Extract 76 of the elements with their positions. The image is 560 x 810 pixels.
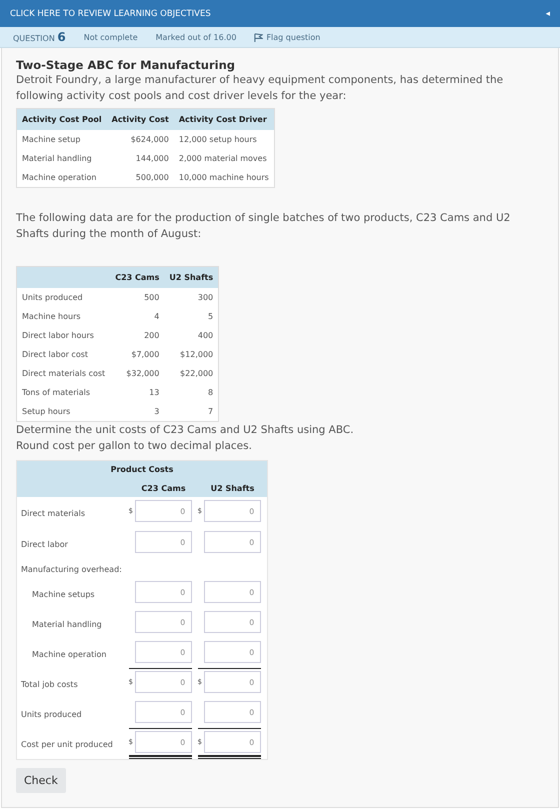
amount-input[interactable]: 0 [204,531,261,553]
amount-input[interactable]: 0 [135,671,192,693]
amount-input[interactable]: 0 [135,731,192,753]
amount-input[interactable]: 0 [204,671,261,693]
amount-input[interactable]: 0 [204,731,261,753]
table-cell: Tons of materials [16,383,110,402]
row-label: Cost per unit produced [20,740,114,748]
table-cell: 10,000 machine hours [174,168,274,188]
amount-input[interactable]: 0 [204,641,261,663]
amount-input[interactable]: 0 [135,531,192,553]
table-cell: Machine setup [16,130,107,149]
row-label: Total job costs [20,680,79,688]
question-status: Not complete [84,32,138,42]
table-cell: 13 [110,383,164,402]
column-header: Activity Cost Pool [16,108,107,130]
table-cell: 12,000 setup hours [174,130,274,149]
table-cell: Direct materials cost [16,364,110,383]
amount-input[interactable]: 0 [135,500,192,522]
column-header: Activity Cost [106,108,174,130]
table-cell: $12,000 [164,345,219,364]
column-header: Activity Cost Driver [174,108,274,130]
table-cell: Setup hours [16,402,110,422]
amount-input[interactable]: 0 [135,581,192,603]
intro-text: Detroit Foundry, a large manufacturer of heavy equipment components, has determined the following activity cost pools and cost driver levels for the year: [16,73,504,104]
table-cell: 400 [164,326,219,345]
flag-icon[interactable] [254,32,264,42]
table-cell: 3 [110,402,164,422]
table-cell: 500 [110,288,164,307]
row-label: Machine setups [31,590,96,598]
table-cell: 4 [110,307,164,326]
table-cell: $22,000 [164,364,219,383]
table-cell: 5 [164,307,219,326]
table-cell: 200 [110,326,164,345]
amount-input[interactable]: 0 [204,701,261,723]
table-cell: 300 [164,288,219,307]
amount-input[interactable]: 0 [135,611,192,633]
column-header: C23 Cams [110,266,164,288]
table-cell: Direct labor cost [16,345,110,364]
instruction-text: Determine the unit costs of C23 Cams and U2 Shafts using ABC. [16,423,355,438]
row-label: Material handling [31,620,103,628]
table-cell: 7 [164,402,219,422]
column-header: U2 Shafts [164,266,219,288]
amount-input[interactable]: 0 [135,701,192,723]
row-label: Direct materials [20,508,86,518]
flag-question-link[interactable]: Flag question [266,32,320,42]
table-title: Product Costs [110,465,174,474]
table-cell: Machine hours [16,307,110,326]
question-number: QUESTION 6 [13,30,66,44]
table-cell: 2,000 material moves [174,149,274,168]
row-label: Manufacturing overhead: [20,564,123,574]
table-cell: Machine operation [16,168,107,188]
table-cell: Direct labor hours [16,326,110,345]
collapse-icon[interactable]: ◂ [546,8,550,18]
table-cell: Units produced [16,288,110,307]
table-cell: Material handling [16,149,107,168]
check-button[interactable]: Check [16,768,66,793]
column-header: U2 Shafts [210,484,256,493]
row-label: Units produced [20,710,83,718]
instruction-text: Round cost per gallon to two decimal places. [16,439,253,454]
row-label: Machine operation [31,650,108,658]
question-title: Two-Stage ABC for Manufacturing [16,58,236,72]
table-cell: 500,000 [106,168,174,188]
amount-input[interactable]: 0 [204,581,261,603]
amount-input[interactable]: 0 [135,641,192,663]
amount-input[interactable]: 0 [204,611,261,633]
table-cell: 144,000 [106,149,174,168]
column-header: C23 Cams [140,484,187,493]
table-cell: $7,000 [110,345,164,364]
table-cell: $624,000 [106,130,174,149]
row-label: Direct labor [20,540,69,548]
question-marks: Marked out of 16.00 [156,32,236,42]
table-cell: $32,000 [110,364,164,383]
table-cell: 8 [164,383,219,402]
data-intro-text: The following data are for the production of single batches of two products, C23 Cams and U2 Shafts during the month of August: [16,211,512,242]
learning-objectives-link[interactable]: CLICK HERE TO REVIEW LEARNING OBJECTIVES [10,8,211,18]
amount-input[interactable]: 0 [204,500,261,522]
